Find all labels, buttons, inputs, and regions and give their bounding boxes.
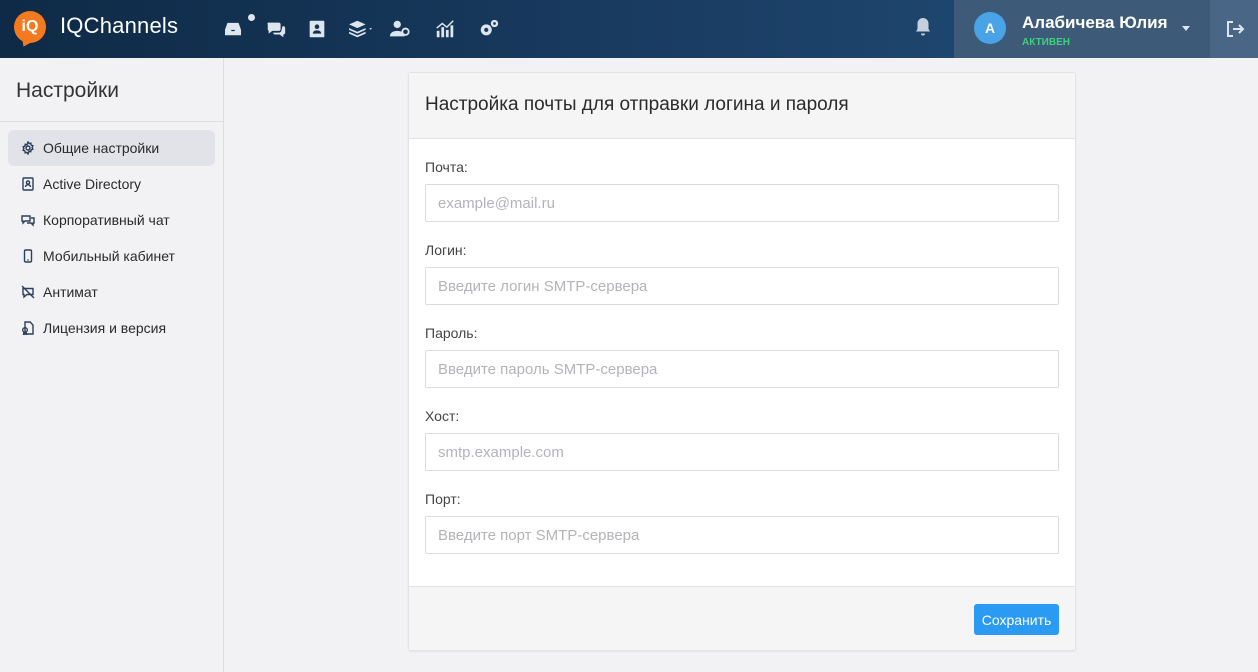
page-title: Настройка почты для отправки логина и па…: [425, 94, 849, 115]
sidebar-divider: [0, 121, 223, 122]
user-status: АКТИВЕН: [1022, 37, 1070, 48]
login-label: Логин:: [425, 242, 467, 258]
inbox-icon[interactable]: [222, 18, 244, 40]
save-button[interactable]: Сохранить: [974, 604, 1059, 635]
card-footer: Сохранить: [409, 586, 1075, 650]
sidebar-item-active-directory[interactable]: Active Directory: [8, 166, 215, 202]
sidebar-item-general-settings[interactable]: Общие настройки: [8, 130, 215, 166]
host-label: Хост:: [425, 408, 460, 424]
host-field[interactable]: [425, 433, 1059, 471]
unread-indicator-dot: [248, 14, 255, 21]
gear-icon: [21, 140, 35, 156]
contacts-icon[interactable]: [306, 18, 328, 40]
chat-bubbles-icon: [21, 213, 35, 227]
top-navigation-bar: iQ IQChannels А Алабичева Юлия АКТИВЕН: [0, 0, 1258, 58]
contact-card-icon: [21, 177, 35, 191]
logout-icon: [1227, 21, 1245, 37]
chats-icon[interactable]: [265, 18, 287, 40]
user-name: Алабичева Юлия: [1022, 13, 1168, 32]
users-icon[interactable]: [389, 18, 411, 40]
user-menu[interactable]: А Алабичева Юлия АКТИВЕН: [954, 0, 1210, 58]
sidebar-item-corporate-chat[interactable]: Корпоративный чат: [8, 202, 215, 238]
sidebar-item-label: Общие настройки: [43, 140, 160, 156]
sidebar-item-license-version[interactable]: Лицензия и версия: [8, 310, 215, 346]
sidebar-title: Настройки: [16, 79, 119, 102]
logout-button[interactable]: [1210, 0, 1258, 58]
sidebar-item-mobile-cabinet[interactable]: Мобильный кабинет: [8, 238, 215, 274]
port-field[interactable]: [425, 516, 1059, 554]
sidebar-item-label: Active Directory: [43, 176, 142, 192]
sidebar-item-label: Мобильный кабинет: [43, 248, 175, 264]
email-field[interactable]: [425, 184, 1059, 222]
layers-icon[interactable]: [346, 18, 376, 40]
iqchannels-logo[interactable]: iQ: [14, 11, 46, 43]
mail-settings-card: Настройка почты для отправки логина и па…: [408, 72, 1076, 651]
email-label: Почта:: [425, 159, 468, 175]
sidebar-item-label: Лицензия и версия: [43, 320, 167, 336]
sidebar-item-antimat[interactable]: Антимат: [8, 274, 215, 310]
sidebar-item-label: Антимат: [43, 284, 98, 300]
card-header: Настройка почты для отправки логина и па…: [409, 73, 1075, 139]
chevron-down-icon: [1182, 26, 1190, 31]
mobile-phone-icon: [21, 249, 35, 263]
port-label: Порт:: [425, 491, 461, 507]
sidebar-item-label: Корпоративный чат: [43, 212, 170, 228]
settings-sidebar: Настройки Общие настройки Active Directo…: [0, 58, 224, 672]
avatar: А: [974, 12, 1006, 44]
login-field[interactable]: [425, 267, 1059, 305]
brand-name[interactable]: IQChannels: [60, 13, 178, 39]
bell-icon[interactable]: [914, 17, 932, 37]
muted-chat-icon: [21, 285, 35, 299]
settings-icon[interactable]: [478, 18, 500, 40]
license-icon: [21, 321, 35, 336]
analytics-icon[interactable]: [434, 18, 456, 40]
password-label: Пароль:: [425, 325, 478, 341]
password-field[interactable]: [425, 350, 1059, 388]
